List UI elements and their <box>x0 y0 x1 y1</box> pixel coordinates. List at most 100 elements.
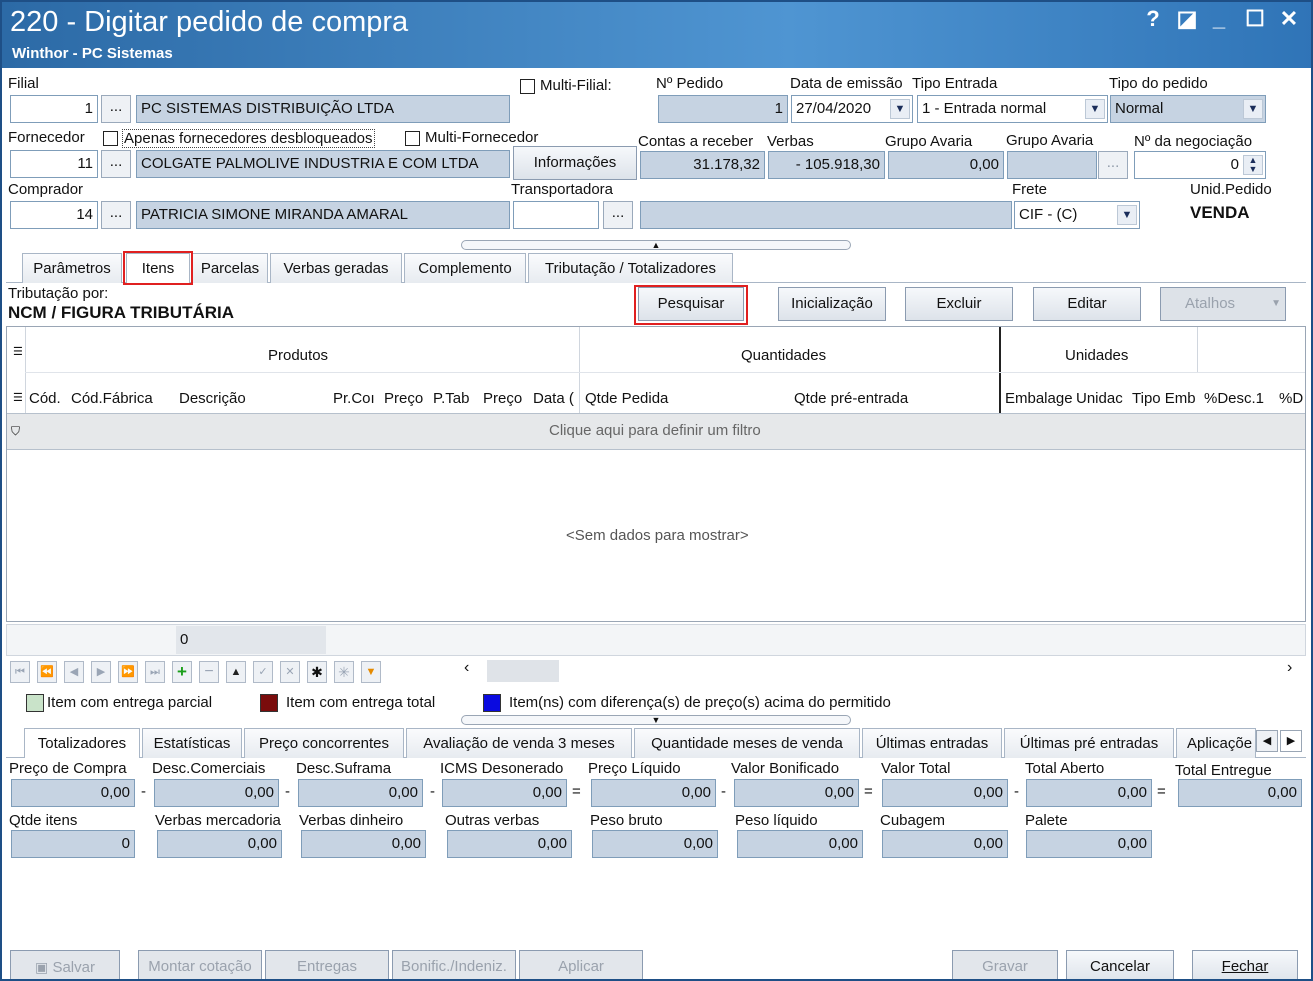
items-grid[interactable]: ☰ Produtos Quantidades Unidades ☰ Cód. C… <box>6 326 1306 622</box>
scroll-left-icon[interactable]: ‹ <box>464 659 469 677</box>
tab-scroll-right-icon[interactable]: ▶ <box>1280 730 1302 752</box>
cancelar-button[interactable]: Cancelar <box>1066 950 1174 979</box>
col-desc-2[interactable]: %D <box>1279 390 1303 407</box>
save-icon: ▣ <box>35 959 49 975</box>
chevron-down-icon[interactable]: ▼ <box>1243 99 1263 119</box>
add-icon[interactable]: + <box>172 661 192 683</box>
collapse-splitter[interactable]: ▲ <box>461 240 851 250</box>
filter-icon[interactable]: ▼ <box>361 661 381 683</box>
atalhos-button[interactable]: Atalhos ▼ <box>1160 287 1286 321</box>
tab-complemento[interactable]: Complemento <box>404 253 526 283</box>
minimize-icon[interactable]: _ <box>1206 6 1232 32</box>
editar-button[interactable]: Editar <box>1033 287 1141 321</box>
cancel-icon[interactable]: ✕ <box>280 661 300 683</box>
fornecedor-code-input[interactable]: 11 <box>10 150 98 178</box>
close-icon[interactable]: ✕ <box>1276 6 1302 32</box>
gravar-button[interactable]: Gravar <box>952 950 1058 979</box>
tab-ultimas-entradas[interactable]: Últimas entradas <box>862 728 1002 758</box>
informacoes-button[interactable]: Informações <box>513 146 637 180</box>
tab-avaliacao-venda[interactable]: Avaliação de venda 3 meses <box>406 728 632 758</box>
chevron-down-icon[interactable]: ▼ <box>1117 205 1137 225</box>
remove-icon[interactable]: − <box>199 661 219 683</box>
column-chooser-icon[interactable]: ☰ <box>13 345 23 358</box>
asterisk-refresh-icon[interactable]: ✳ <box>334 661 354 683</box>
data-emissao-input[interactable]: 27/04/2020 ▼ <box>791 95 913 123</box>
comprador-code-input[interactable]: 14 <box>10 201 98 229</box>
excluir-button[interactable]: Excluir <box>905 287 1013 321</box>
tab-tributacao[interactable]: Tributação / Totalizadores <box>528 253 733 283</box>
filter-row[interactable]: ⛉ Clique aqui para definir um filtro <box>7 414 1305 449</box>
up-icon[interactable]: ▲ <box>226 661 246 683</box>
tab-scroll-left-icon[interactable]: ◀ <box>1256 730 1278 752</box>
chevron-down-icon[interactable]: ▼ <box>1085 99 1105 119</box>
verbas-label: Verbas <box>767 133 814 150</box>
tab-ultimas-pre-entradas[interactable]: Últimas pré entradas <box>1004 728 1174 758</box>
col-preco-2[interactable]: Preço <box>483 390 522 407</box>
inicializacao-button[interactable]: Inicialização <box>778 287 886 321</box>
apenas-desbloqueados-checkbox[interactable] <box>103 131 118 146</box>
horizontal-scrollbar-thumb[interactable] <box>487 660 559 682</box>
col-data[interactable]: Data ( <box>533 390 574 407</box>
prev-record-icon[interactable]: ◀ <box>64 661 84 683</box>
first-record-icon[interactable]: ⏮ <box>10 661 30 683</box>
asterisk-icon[interactable]: ✱ <box>307 661 327 683</box>
spin-icon[interactable]: ▲ ▼ <box>1243 155 1263 175</box>
prev-page-icon[interactable]: ⏪ <box>37 661 57 683</box>
col-unidade[interactable]: Unidac <box>1076 390 1123 407</box>
col-tipo-emb[interactable]: Tipo Emb <box>1132 390 1196 407</box>
fornecedor-lookup-button[interactable]: ... <box>101 150 131 178</box>
multi-fornecedor-checkbox[interactable] <box>405 131 420 146</box>
tab-parametros[interactable]: Parâmetros <box>22 253 122 283</box>
montar-cotacao-button[interactable]: Montar cotação <box>138 950 262 979</box>
scroll-right-icon[interactable]: › <box>1287 659 1292 677</box>
multi-fornecedor-label: Multi-Fornecedor <box>425 129 539 146</box>
op-equals: = <box>572 783 581 800</box>
filial-lookup-button[interactable]: ... <box>101 95 131 123</box>
tab-aplicacoes[interactable]: Aplicaçõe <box>1176 728 1256 758</box>
negociacao-spinner[interactable]: 0 ▲ ▼ <box>1134 151 1266 179</box>
col-p-tab[interactable]: P.Tab <box>433 390 469 407</box>
help-icon[interactable]: ? <box>1140 6 1166 32</box>
tab-estatisticas[interactable]: Estatísticas <box>142 728 242 758</box>
aplicar-button[interactable]: Aplicar <box>519 950 643 979</box>
fechar-button[interactable]: Fechar <box>1192 950 1298 979</box>
col-embalagem[interactable]: Embalage <box>1005 390 1073 407</box>
filial-code-input[interactable]: 1 <box>10 95 98 123</box>
expand-splitter[interactable]: ▼ <box>461 715 851 725</box>
edit-icon[interactable]: ◪ <box>1174 6 1200 32</box>
tab-quantidade-meses[interactable]: Quantidade meses de venda <box>634 728 860 758</box>
comprador-lookup-button[interactable]: ... <box>101 201 131 229</box>
bonific-button[interactable]: Bonific./Indeniz. <box>392 950 516 979</box>
transportadora-code-input[interactable] <box>513 201 599 229</box>
tab-preco-concorrentes[interactable]: Preço concorrentes <box>244 728 404 758</box>
col-preco[interactable]: Preço <box>384 390 423 407</box>
tab-verbas-geradas[interactable]: Verbas geradas <box>270 253 402 283</box>
transportadora-lookup-button[interactable]: ... <box>603 201 633 229</box>
chevron-down-icon[interactable]: ▼ <box>890 99 910 119</box>
maximize-icon[interactable]: ☐ <box>1242 6 1268 32</box>
grupo-avaria-lookup-button[interactable]: ... <box>1098 151 1128 179</box>
col-qtde-pre-entrada[interactable]: Qtde pré-entrada <box>794 390 908 407</box>
col-qtde-pedida[interactable]: Qtde Pedida <box>585 390 668 407</box>
entregas-button[interactable]: Entregas <box>265 950 389 979</box>
outras-verbas-field: 0,00 <box>447 830 572 858</box>
col-pr-com[interactable]: Pr.Coı <box>333 390 375 407</box>
tipo-pedido-select[interactable]: Normal ▼ <box>1110 95 1266 123</box>
salvar-button[interactable]: ▣ Salvar <box>10 950 120 979</box>
col-cod[interactable]: Cód. <box>29 390 61 407</box>
last-record-icon[interactable]: ⏭ <box>145 661 165 683</box>
frete-select[interactable]: CIF - (C) ▼ <box>1014 201 1140 229</box>
tipo-entrada-select[interactable]: 1 - Entrada normal ▼ <box>917 95 1108 123</box>
confirm-icon[interactable]: ✓ <box>253 661 273 683</box>
tab-totalizadores[interactable]: Totalizadores <box>24 728 140 758</box>
next-record-icon[interactable]: ▶ <box>91 661 111 683</box>
column-chooser-icon[interactable]: ☰ <box>13 391 23 404</box>
col-cod-fabrica[interactable]: Cód.Fábrica <box>71 390 153 407</box>
col-desc-1[interactable]: %Desc.1 <box>1204 390 1264 407</box>
tab-parcelas[interactable]: Parcelas <box>192 253 268 283</box>
grupo-avaria-2-field[interactable] <box>1007 151 1097 179</box>
multi-filial-checkbox[interactable] <box>520 79 535 94</box>
next-page-icon[interactable]: ⏩ <box>118 661 138 683</box>
col-descricao[interactable]: Descrição <box>179 390 246 407</box>
frete-label: Frete <box>1012 181 1048 198</box>
